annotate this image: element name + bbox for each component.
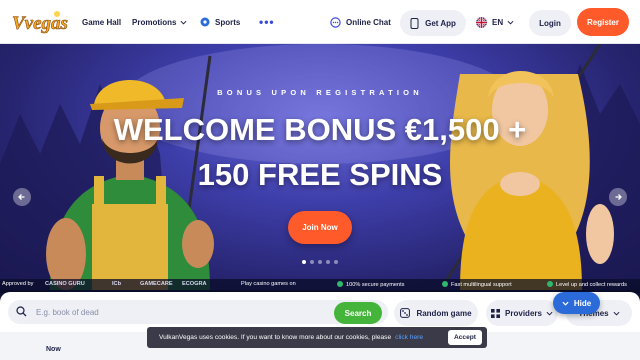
dice-icon	[400, 308, 411, 318]
icb-logo: ICb	[112, 281, 122, 287]
chevron-down-icon	[562, 301, 569, 306]
arrow-right-icon	[615, 194, 622, 200]
accept-cookies-button[interactable]: Accept	[448, 330, 482, 345]
chat-icon	[330, 16, 341, 28]
chevron-down-icon	[180, 20, 187, 25]
soccer-ball-icon	[200, 17, 210, 27]
search-icon	[16, 306, 27, 317]
casino-guru-logo: CASINO GURU	[45, 281, 85, 287]
gamecare-logo: GAMECARE	[140, 281, 173, 287]
random-game-button[interactable]: Random game	[394, 300, 478, 326]
search-input[interactable]	[36, 305, 326, 319]
carousel-prev-button[interactable]	[13, 188, 31, 206]
language-label: EN	[492, 17, 504, 27]
nav-sports[interactable]: Sports	[200, 0, 240, 44]
check-icon	[337, 281, 343, 287]
providers-dropdown[interactable]: Providers	[486, 300, 558, 326]
chevron-down-icon	[546, 311, 553, 316]
login-button[interactable]: Login	[529, 10, 571, 36]
register-button[interactable]: Register	[577, 8, 629, 36]
nav-sports-label: Sports	[215, 17, 241, 27]
carousel-dots	[302, 260, 342, 264]
nav-game-hall[interactable]: Game Hall	[82, 0, 121, 44]
check-icon	[547, 281, 553, 287]
ecogra-logo: ECOGRA	[182, 281, 207, 287]
nav-online-chat-label: Online Chat	[346, 17, 391, 27]
register-label: Register	[586, 17, 619, 27]
secure-payments-text: 100% secure payments	[337, 281, 404, 288]
play-games-text: Play casino games on	[241, 281, 296, 287]
cookie-link[interactable]: click here	[395, 334, 423, 341]
rewards-label: Level up and collect rewards	[556, 282, 627, 288]
providers-label: Providers	[505, 308, 542, 318]
search-field	[8, 300, 388, 324]
accept-label: Accept	[454, 334, 476, 341]
join-now-button[interactable]: Join Now	[288, 211, 352, 244]
join-now-label: Join Now	[302, 223, 338, 232]
search-button[interactable]: Search	[334, 302, 382, 324]
chevron-down-icon	[507, 20, 514, 25]
get-app-label: Get App	[425, 18, 456, 28]
carousel-dot[interactable]	[302, 260, 306, 264]
nav-promotions-label: Promotions	[132, 17, 177, 27]
carousel-next-button[interactable]	[609, 188, 627, 206]
nav-online-chat[interactable]: Online Chat	[330, 0, 391, 44]
hide-label: Hide	[573, 298, 592, 308]
nav-more-menu[interactable]: •••	[259, 0, 275, 44]
trust-strip: Approved by CASINO GURU ICb GAMECARE ECO…	[0, 279, 640, 293]
section-heading-partial: Now	[46, 346, 61, 353]
cookie-banner: VulkanVegas uses cookies. If you want to…	[147, 327, 487, 348]
search-button-label: Search	[344, 308, 372, 318]
hero-title-line2: 150 FREE SPINS	[197, 157, 443, 192]
chevron-down-icon	[613, 311, 620, 316]
random-game-label: Random game	[416, 308, 472, 318]
site-logo[interactable]: Vvegas	[10, 6, 72, 38]
nav-promotions[interactable]: Promotions	[132, 0, 187, 44]
hero-banner: BONUS UPON REGISTRATION WELCOME BONUS €1…	[0, 44, 640, 290]
hero-title-line1: WELCOME BONUS €1,500 +	[113, 112, 527, 147]
get-app-button[interactable]: Get App	[400, 10, 466, 36]
top-header: Vvegas Game Hall Promotions Sports ••• O…	[0, 0, 640, 44]
logo-icon: Vvegas	[12, 11, 68, 34]
carousel-dot[interactable]	[310, 260, 314, 264]
rewards-text: Level up and collect rewards	[547, 281, 627, 288]
phone-icon	[410, 17, 419, 29]
hide-button[interactable]: Hide	[553, 292, 600, 314]
carousel-dot[interactable]	[318, 260, 322, 264]
language-selector[interactable]: EN	[476, 0, 514, 44]
check-icon	[442, 281, 448, 287]
logo-wordmark: Vvegas	[12, 13, 68, 34]
more-dots-icon: •••	[259, 15, 275, 29]
cookie-message: VulkanVegas uses cookies. If you want to…	[159, 334, 392, 341]
login-label: Login	[539, 18, 561, 28]
arrow-left-icon	[18, 194, 25, 200]
secure-payments-label: 100% secure payments	[346, 282, 405, 288]
grid-icon	[491, 308, 501, 318]
nav-game-hall-label: Game Hall	[82, 17, 122, 27]
support-label: Fast multilingual support	[451, 282, 512, 288]
carousel-dot[interactable]	[326, 260, 330, 264]
support-text: Fast multilingual support	[442, 281, 512, 288]
uk-flag-icon	[476, 16, 487, 28]
carousel-dot[interactable]	[334, 260, 338, 264]
hero-kicker: BONUS UPON REGISTRATION	[217, 88, 423, 97]
approved-by-text: Approved by	[2, 281, 34, 287]
